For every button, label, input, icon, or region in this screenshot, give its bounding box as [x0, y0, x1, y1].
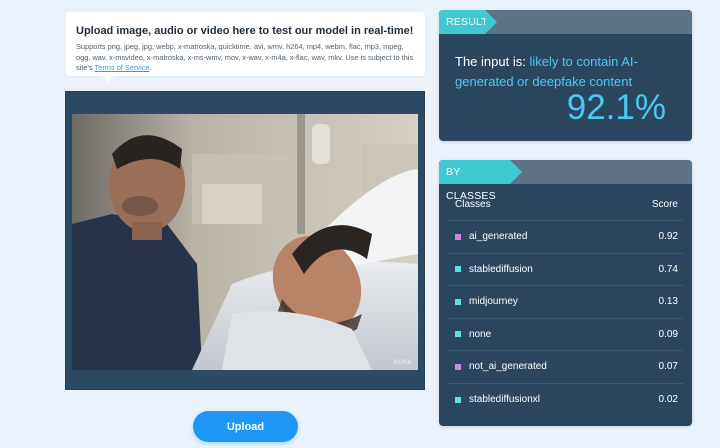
class-score: 0.13 [658, 296, 678, 308]
result-prefix: The input is: [455, 54, 530, 69]
class-name-cell: not_ai_generated [455, 361, 547, 372]
result-tag: RESULT [439, 10, 497, 34]
class-score: 0.02 [658, 394, 678, 406]
class-name-cell: stablediffusionxl [455, 394, 540, 405]
class-row: not_ai_generated 0.07 [447, 351, 684, 384]
upload-button[interactable]: Upload [193, 411, 298, 442]
class-name: not_ai_generated [469, 361, 547, 373]
image-watermark: SORA [393, 359, 412, 366]
class-color-swatch [455, 266, 461, 273]
class-color-swatch [455, 363, 461, 370]
classes-panel: BY CLASSES Classes Score ai_generated 0.… [439, 160, 692, 426]
classes-table: Classes Score ai_generated 0.92 stabledi… [447, 189, 684, 416]
class-color-swatch [455, 298, 461, 305]
supported-formats-text: Supports png, jpeg, jpg, webp, x-matrosk… [76, 42, 415, 74]
result-panel: RESULT The input is: likely to contain A… [439, 10, 692, 141]
column-header-score: Score [651, 199, 678, 210]
class-name: midjourney [469, 296, 518, 308]
class-name: none [469, 328, 492, 340]
class-score: 0.74 [658, 263, 678, 275]
class-name-cell: midjourney [455, 296, 518, 307]
class-name: stablediffusionxl [469, 394, 540, 406]
class-row: ai_generated 0.92 [447, 221, 684, 254]
class-color-swatch [455, 396, 461, 403]
tos-suffix: . [149, 63, 152, 72]
class-score: 0.09 [658, 328, 678, 340]
classes-header: BY CLASSES [439, 160, 692, 202]
class-row: none 0.09 [447, 319, 684, 351]
upload-info-card: Upload image, audio or video here to tes… [66, 12, 425, 82]
terms-of-service-link[interactable]: Terms of Service [95, 63, 150, 72]
class-score: 0.92 [658, 231, 678, 243]
upload-title: Upload image, audio or video here to tes… [76, 25, 414, 37]
class-name-cell: none [455, 329, 491, 340]
result-text: The input is: likely to contain AI-gener… [455, 52, 678, 92]
class-score: 0.07 [658, 361, 678, 373]
class-name: stablediffusion [469, 263, 533, 275]
class-name-cell: ai_generated [455, 231, 527, 242]
class-row: stablediffusion 0.74 [447, 254, 684, 286]
class-row: midjourney 0.13 [447, 286, 684, 319]
uploaded-image: SORA [72, 114, 418, 370]
uploaded-image-illustration [72, 114, 418, 370]
media-preview: SORA [65, 91, 425, 390]
class-color-swatch [455, 233, 461, 240]
result-score: 92.1% [566, 88, 666, 127]
class-name: ai_generated [469, 231, 528, 243]
class-name-cell: stablediffusion [455, 264, 533, 275]
classes-tag: BY CLASSES [439, 160, 522, 202]
class-color-swatch [455, 331, 461, 338]
result-header: RESULT [439, 10, 692, 34]
class-row: stablediffusionxl 0.02 [447, 384, 684, 417]
result-body: The input is: likely to contain AI-gener… [439, 34, 692, 92]
